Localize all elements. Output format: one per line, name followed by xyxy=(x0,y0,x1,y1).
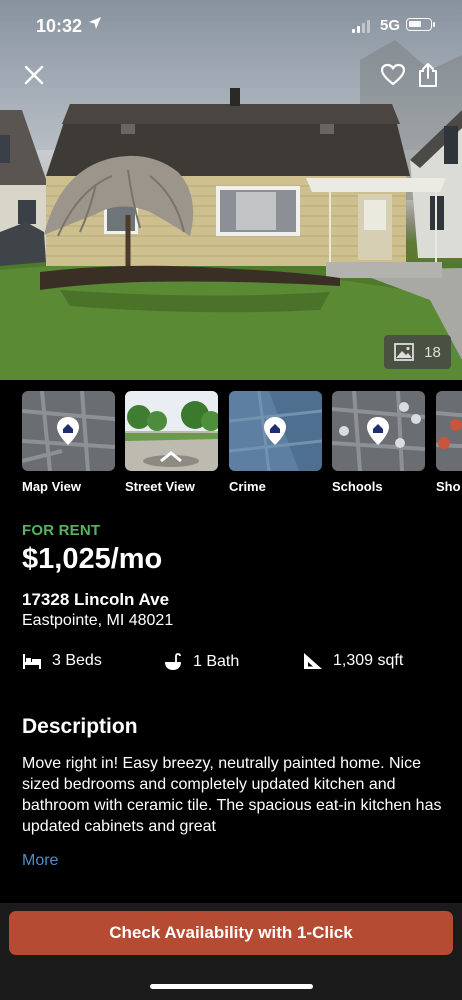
fact-beds: 3 Beds xyxy=(22,652,102,670)
sqft-label: 1,309 sqft xyxy=(333,652,404,669)
beds-label: 3 Beds xyxy=(52,652,102,669)
tile-label: Street View xyxy=(125,479,195,494)
description-heading: Description xyxy=(22,715,138,738)
heart-icon xyxy=(380,63,406,86)
tile-label: Crime xyxy=(229,479,266,494)
tile-shopping[interactable]: Sho xyxy=(436,391,462,494)
battery-icon xyxy=(406,18,435,31)
home-indicator[interactable] xyxy=(150,984,313,989)
cellular-signal-icon xyxy=(352,20,370,33)
image-icon xyxy=(394,343,415,361)
crime-thumbnail xyxy=(229,391,322,471)
fact-sqft: 1,309 sqft xyxy=(303,652,403,670)
photo-gallery-button[interactable]: 18 xyxy=(384,335,451,369)
check-availability-button[interactable]: Check Availability with 1-Click xyxy=(9,911,453,955)
favorite-button[interactable] xyxy=(378,60,408,90)
tile-street-view[interactable]: Street View xyxy=(125,391,218,494)
tile-map-view[interactable]: Map View xyxy=(22,391,115,494)
baths-label: 1 Bath xyxy=(193,653,240,670)
address-line1: 17328 Lincoln Ave xyxy=(22,590,170,609)
tile-schools[interactable]: Schools xyxy=(332,391,425,494)
tile-label: Map View xyxy=(22,479,82,494)
network-type: 5G xyxy=(380,17,401,34)
listing-price: $1,025/mo xyxy=(22,543,163,575)
address-line2: Eastpointe, MI 48021 xyxy=(22,612,174,629)
tile-label: Sho xyxy=(436,479,461,494)
close-icon xyxy=(24,65,44,85)
bathtub-icon xyxy=(165,653,181,670)
tile-crime[interactable]: Crime xyxy=(229,391,322,494)
schools-thumbnail xyxy=(332,391,425,471)
status-bar: 10:32 5G xyxy=(0,0,462,52)
property-photo[interactable] xyxy=(0,0,462,380)
tile-label: Schools xyxy=(332,479,383,494)
description-text: Move right in! Easy breezy, neutrally pa… xyxy=(22,755,442,835)
status-time: 10:32 xyxy=(36,16,83,36)
area-ruler-icon xyxy=(304,653,322,669)
more-link[interactable]: More xyxy=(22,852,58,870)
shopping-thumbnail xyxy=(436,391,462,471)
share-icon xyxy=(419,63,437,87)
photo-count: 18 xyxy=(424,343,441,361)
location-arrow-icon xyxy=(88,16,102,33)
fact-baths: 1 Bath xyxy=(163,652,239,672)
property-facts: 3 Beds 1 Bath 1,309 sqft xyxy=(22,652,442,676)
listing-status: FOR RENT xyxy=(22,522,101,539)
street-view-thumbnail xyxy=(125,391,218,471)
map-tiles-carousel[interactable]: Map View Street View Crime Schools Sho xyxy=(22,391,462,501)
bed-icon xyxy=(23,654,41,669)
close-button[interactable] xyxy=(19,60,49,90)
share-button[interactable] xyxy=(413,60,443,90)
map-view-thumbnail xyxy=(22,391,115,471)
